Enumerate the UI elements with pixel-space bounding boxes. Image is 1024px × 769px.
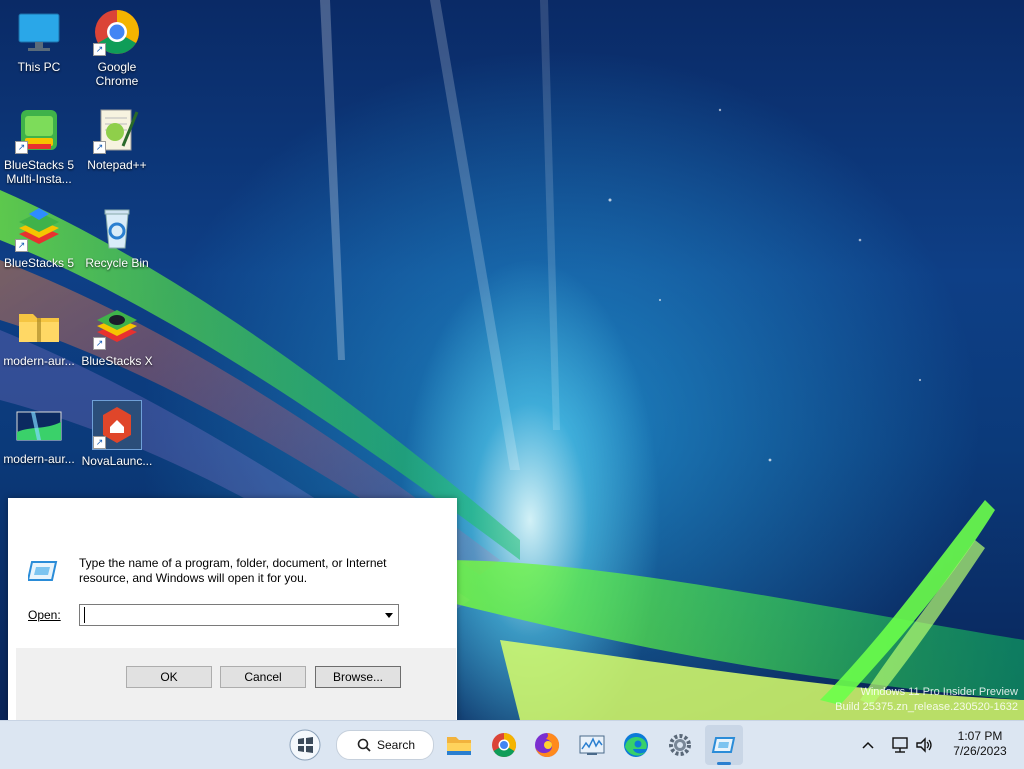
taskbar-edge[interactable] — [618, 727, 654, 763]
desktop-icon-google-chrome[interactable]: ↗ Google Chrome — [78, 8, 156, 88]
taskbar-run-active[interactable] — [705, 725, 743, 765]
bluestacks-x-icon: ↗ — [93, 302, 141, 350]
chart-monitor-icon — [579, 735, 605, 755]
taskbar-firefox[interactable] — [529, 727, 565, 763]
start-button[interactable] — [287, 727, 323, 763]
shortcut-arrow-icon: ↗ — [93, 141, 106, 154]
firefox-icon — [535, 732, 560, 757]
ok-button[interactable]: OK — [126, 666, 212, 688]
zip-folder-icon — [15, 302, 63, 350]
windows-logo-icon — [289, 729, 321, 761]
chrome-icon: ↗ — [93, 8, 141, 56]
open-input[interactable] — [84, 607, 375, 623]
os-watermark: Windows 11 Pro Insider Preview Build 253… — [835, 685, 1018, 715]
active-indicator — [717, 762, 731, 765]
volume-icon[interactable] — [914, 735, 934, 755]
shortcut-arrow-icon: ↗ — [15, 141, 28, 154]
search-icon — [357, 738, 371, 752]
search-box[interactable]: Search — [336, 730, 434, 760]
desktop-icon-this-pc[interactable]: This PC — [0, 8, 78, 74]
taskbar-chrome[interactable] — [486, 727, 522, 763]
desktop-icon-bluestacks-multi[interactable]: ↗ BlueStacks 5 Multi-Insta... — [0, 106, 78, 186]
recycle-bin-icon — [93, 204, 141, 252]
search-label: Search — [377, 738, 416, 752]
taskbar-resource-monitor[interactable] — [574, 727, 610, 763]
network-icon[interactable] — [890, 735, 910, 755]
shortcut-arrow-icon: ↗ — [93, 43, 106, 56]
desktop-icon-notepadpp[interactable]: ↗ Notepad++ — [78, 106, 156, 172]
desktop-icon-nova-launcher[interactable]: ↗ NovaLaunc... — [78, 400, 156, 468]
desktop-icon-zip-folder[interactable]: modern-aur... — [0, 302, 78, 368]
folder-icon — [447, 737, 471, 755]
desktop: This PC ↗ Google Chrome ↗ BlueStacks 5 M… — [0, 0, 1024, 720]
chrome-icon — [492, 733, 517, 758]
gear-icon — [669, 734, 691, 756]
desktop-icon-bluestacks-x[interactable]: ↗ BlueStacks X — [78, 302, 156, 368]
chevron-down-icon[interactable] — [382, 605, 396, 625]
cancel-button[interactable]: Cancel — [220, 666, 306, 688]
notepadpp-icon: ↗ — [93, 106, 141, 154]
watermark-build: Build 25375.zn_release.230520-1632 — [835, 701, 1018, 713]
run-description: Type the name of a program, folder, docu… — [79, 556, 387, 585]
browse-button[interactable]: Browse... — [315, 666, 401, 688]
shortcut-arrow-icon: ↗ — [93, 436, 106, 449]
clock-time: 1:07 PM — [957, 729, 1003, 743]
nova-launcher-icon: ↗ — [92, 400, 142, 450]
desktop-icon-bluestacks5[interactable]: ↗ BlueStacks 5 — [0, 204, 78, 270]
chevron-up-icon[interactable] — [860, 737, 876, 753]
clock-date: 7/26/2023 — [953, 744, 1007, 758]
edge-icon — [624, 733, 648, 757]
bluestacks-icon: ↗ — [15, 204, 63, 252]
taskbar-settings[interactable] — [662, 727, 698, 763]
image-file-icon — [15, 400, 63, 448]
run-dialog: Type the name of a program, folder, docu… — [8, 498, 457, 720]
taskbar: Search 1:07 PM 7/26/2023 — [0, 720, 1024, 769]
monitor-icon — [15, 8, 63, 56]
shortcut-arrow-icon: ↗ — [93, 337, 106, 350]
open-combobox[interactable] — [79, 604, 399, 626]
run-icon — [711, 737, 736, 753]
watermark-edition: Windows 11 Pro Insider Preview — [860, 686, 1018, 698]
clock[interactable]: 1:07 PM 7/26/2023 — [940, 729, 1020, 759]
bluestacks-multi-icon: ↗ — [15, 106, 63, 154]
desktop-icon-image-file[interactable]: modern-aur... — [0, 400, 78, 466]
run-icon — [26, 560, 58, 584]
taskbar-file-explorer[interactable] — [441, 727, 477, 763]
open-label: Open: — [28, 608, 61, 622]
desktop-icon-recycle-bin[interactable]: Recycle Bin — [78, 204, 156, 270]
shortcut-arrow-icon: ↗ — [15, 239, 28, 252]
